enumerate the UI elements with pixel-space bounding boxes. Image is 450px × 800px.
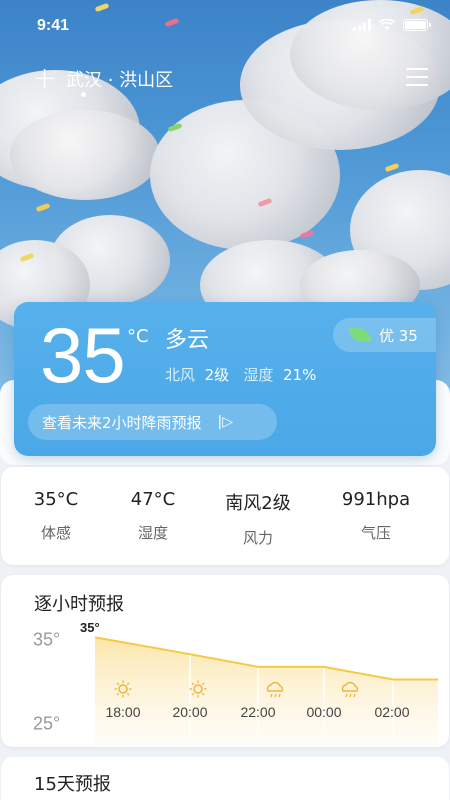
rain-forecast-button[interactable]: 查看未来2小时降雨预报 |▷ xyxy=(28,404,277,440)
status-icons xyxy=(353,19,431,31)
daily-title: 15天预报 xyxy=(34,774,111,795)
stat-feels-like: 35°C 体感 xyxy=(1,489,111,543)
stat-value: 南风2级 xyxy=(225,493,291,514)
menu-icon[interactable] xyxy=(406,68,428,86)
stat-label: 风力 xyxy=(242,529,273,547)
stat-value: 47°C xyxy=(130,489,176,510)
cloud-shape xyxy=(10,110,160,200)
confetti-stroke xyxy=(384,162,400,173)
location-title[interactable]: 武汉 · 洪山区 xyxy=(66,66,173,92)
rain-forecast-label: 查看未来2小时降雨预报 xyxy=(42,413,202,432)
plus-icon[interactable]: + xyxy=(32,64,57,94)
y-tick-label: 25° xyxy=(33,714,60,734)
stat-value: 35°C xyxy=(33,489,79,510)
wind-humidity-detail: 北风 2级 湿度 21% xyxy=(165,364,316,385)
wind-label: 北风 xyxy=(165,366,196,384)
stat-label: 体感 xyxy=(40,524,71,542)
current-weather-card: 35 °C 多云 北风 2级 湿度 21% 优 35 查看未来2小时降雨预报 |… xyxy=(14,302,436,456)
hourly-chart[interactable]: 35° 25° 35° 18:00 20:00 22:00 00:00 02:00 xyxy=(1,575,449,747)
hourly-forecast-card: 逐小时预报 35° 25° 35° 18:00 20:00 22:00 00:00 02:00 xyxy=(1,575,449,747)
aqi-label: 优 35 xyxy=(379,326,418,345)
stat-label: 气压 xyxy=(360,524,391,542)
stat-label: 湿度 xyxy=(137,524,168,542)
chart-area xyxy=(95,637,438,745)
page-indicator-dot xyxy=(81,92,86,97)
battery-icon xyxy=(403,19,431,31)
current-temp-marker: 35° xyxy=(80,620,100,635)
app-header: + 武汉 · 洪山区 xyxy=(0,60,450,100)
leaf-icon xyxy=(349,328,371,342)
stat-wind: 南风2级 风力 xyxy=(203,489,313,548)
stat-value: 991hpa xyxy=(341,489,411,510)
wind-value: 2级 xyxy=(204,366,230,384)
wifi-icon xyxy=(379,19,395,30)
temperature-unit: °C xyxy=(127,326,149,347)
time-label: 18:00 xyxy=(105,704,140,720)
time-label: 00:00 xyxy=(306,704,341,720)
weather-condition: 多云 xyxy=(165,328,210,353)
weather-stats-card: 35°C 体感 47°C 湿度 南风2级 风力 991hpa 气压 xyxy=(1,467,449,565)
time-label: 20:00 xyxy=(172,704,207,720)
stat-humidity: 47°C 湿度 xyxy=(98,489,208,543)
current-temperature: 35 xyxy=(40,311,126,399)
signal-icon xyxy=(353,19,371,31)
play-arrow-icon: |▷ xyxy=(217,414,234,430)
confetti-stroke xyxy=(35,202,51,213)
humidity-value: 21% xyxy=(282,366,317,384)
time-label: 22:00 xyxy=(240,704,275,720)
aqi-badge[interactable]: 优 35 xyxy=(333,318,436,352)
time-label: 02:00 xyxy=(374,704,409,720)
status-time: 9:41 xyxy=(37,17,70,34)
y-tick-label: 35° xyxy=(33,629,60,649)
humidity-label: 湿度 xyxy=(243,366,274,384)
stat-pressure: 991hpa 气压 xyxy=(321,489,431,543)
daily-forecast-card: 15天预报 xyxy=(1,757,449,800)
status-bar: 9:41 xyxy=(0,0,450,50)
